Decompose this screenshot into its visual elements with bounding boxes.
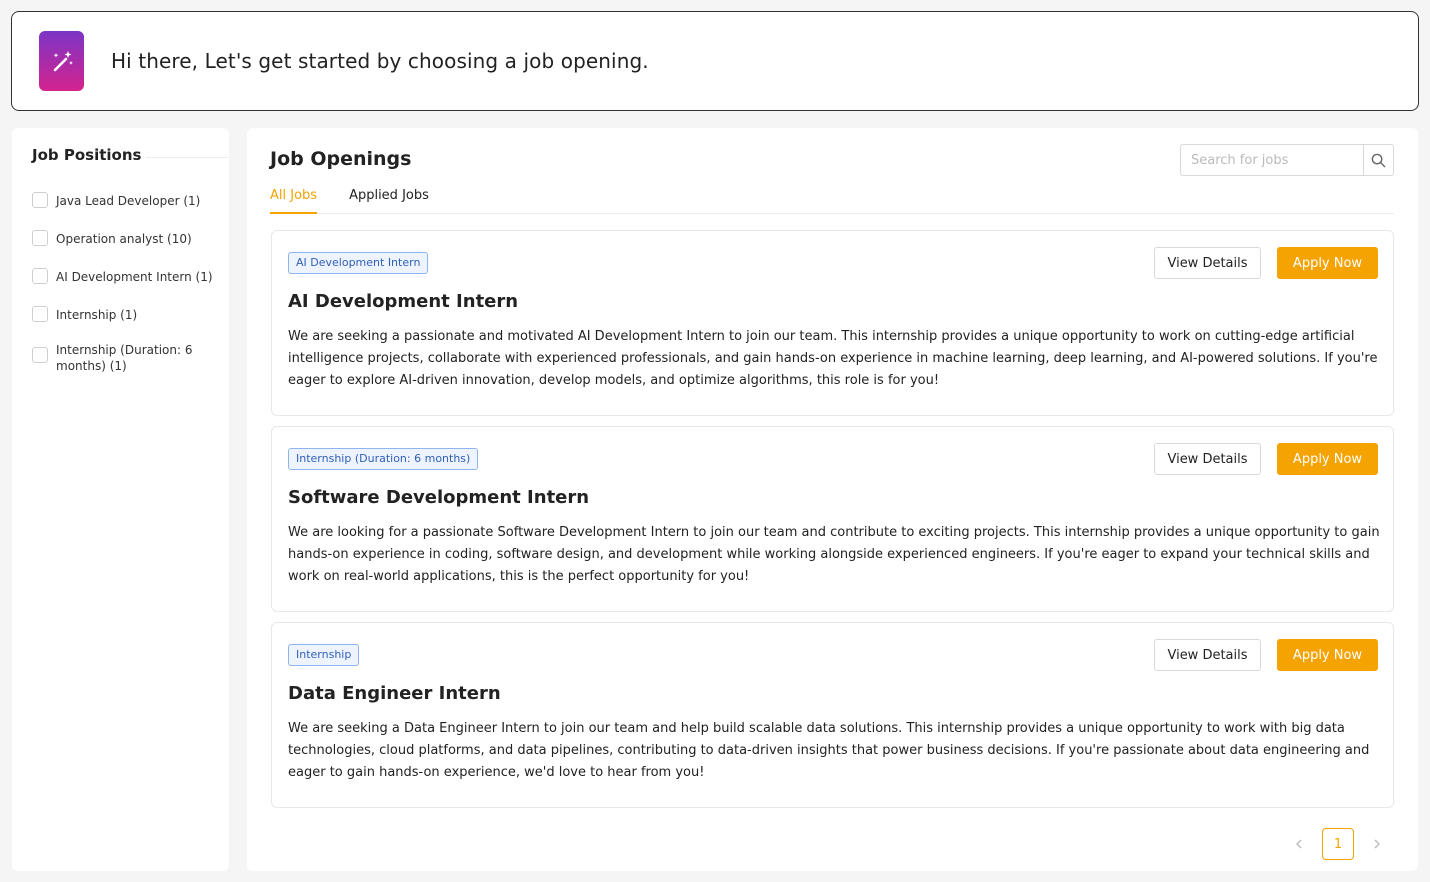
search-button[interactable] bbox=[1363, 144, 1394, 176]
search-box bbox=[1180, 144, 1394, 176]
job-description: We are looking for a passionate Software… bbox=[288, 525, 1380, 584]
checkbox[interactable] bbox=[32, 192, 48, 208]
job-tag: AI Development Intern bbox=[288, 252, 429, 274]
filter-label: Java Lead Developer (1) bbox=[56, 194, 201, 208]
view-details-button[interactable]: View Details bbox=[1154, 247, 1261, 279]
job-positions-sidebar: Job Positions Java Lead Developer (1) Op… bbox=[12, 128, 229, 871]
position-filter-list: Java Lead Developer (1) Operation analys… bbox=[32, 192, 222, 381]
filter-item-ai-development-intern[interactable]: AI Development Intern (1) bbox=[32, 268, 222, 306]
prev-page-button[interactable] bbox=[1283, 828, 1315, 860]
filter-item-internship-6-months[interactable]: Internship (Duration: 6 months) (1) bbox=[32, 341, 222, 381]
tab-all-jobs[interactable]: All Jobs bbox=[270, 186, 318, 214]
job-card: Internship Data Engineer Intern We are s… bbox=[271, 622, 1394, 808]
chevron-right-icon bbox=[1374, 839, 1380, 849]
pagination: 1 bbox=[1283, 828, 1393, 860]
tab-applied-jobs[interactable]: Applied Jobs bbox=[349, 186, 429, 213]
job-description: We are seeking a Data Engineer Intern to… bbox=[288, 721, 1370, 780]
chevron-left-icon bbox=[1296, 839, 1302, 849]
filter-item-java-lead-developer[interactable]: Java Lead Developer (1) bbox=[32, 192, 222, 230]
search-input[interactable] bbox=[1180, 144, 1363, 176]
apply-now-button[interactable]: Apply Now bbox=[1277, 247, 1378, 279]
magic-wand-document-icon bbox=[39, 31, 84, 91]
filter-label: AI Development Intern (1) bbox=[56, 270, 213, 284]
page-title: Job Openings bbox=[270, 148, 412, 170]
job-tag: Internship (Duration: 6 months) bbox=[288, 448, 479, 470]
apply-now-button[interactable]: Apply Now bbox=[1277, 443, 1378, 475]
welcome-message: Hi there, Let's get started by choosing … bbox=[111, 49, 649, 73]
job-title: Data Engineer Intern bbox=[288, 683, 501, 704]
page-number-button[interactable]: 1 bbox=[1322, 828, 1354, 860]
job-card: AI Development Intern AI Development Int… bbox=[271, 230, 1394, 416]
filter-item-operation-analyst[interactable]: Operation analyst (10) bbox=[32, 230, 222, 268]
job-tag: Internship bbox=[288, 644, 360, 666]
filter-label: Operation analyst (10) bbox=[56, 232, 192, 246]
sidebar-title: Job Positions bbox=[32, 146, 142, 164]
checkbox[interactable] bbox=[32, 268, 48, 284]
checkbox[interactable] bbox=[32, 230, 48, 246]
job-title: AI Development Intern bbox=[288, 291, 519, 312]
filter-item-internship[interactable]: Internship (1) bbox=[32, 306, 222, 341]
search-icon bbox=[1371, 153, 1386, 167]
next-page-button[interactable] bbox=[1361, 828, 1393, 860]
welcome-banner: Hi there, Let's get started by choosing … bbox=[11, 11, 1419, 111]
job-title: Software Development Intern bbox=[288, 487, 590, 508]
checkbox[interactable] bbox=[32, 306, 48, 322]
filter-label: Internship (Duration: 6 months) (1) bbox=[56, 343, 193, 373]
filter-label: Internship (1) bbox=[56, 308, 138, 322]
job-description: We are seeking a passionate and motivate… bbox=[288, 329, 1378, 388]
divider bbox=[146, 157, 229, 158]
job-openings-panel: Job Openings All Jobs Applied Jobs AI De… bbox=[247, 128, 1418, 871]
checkbox[interactable] bbox=[32, 347, 48, 363]
job-tabs: All Jobs Applied Jobs bbox=[270, 186, 1394, 214]
apply-now-button[interactable]: Apply Now bbox=[1277, 639, 1378, 671]
view-details-button[interactable]: View Details bbox=[1154, 639, 1261, 671]
job-card: Internship (Duration: 6 months) Software… bbox=[271, 426, 1394, 612]
view-details-button[interactable]: View Details bbox=[1154, 443, 1261, 475]
